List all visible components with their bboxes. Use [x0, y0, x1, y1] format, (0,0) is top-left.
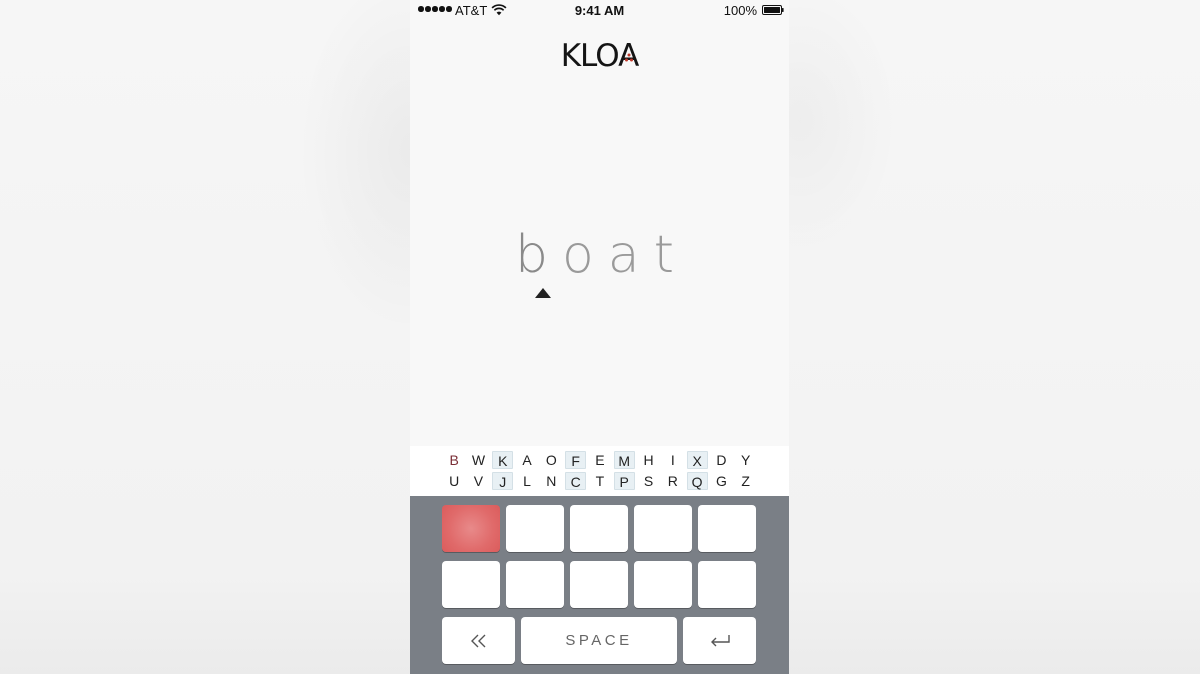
- alphabet-letter-label: Y: [741, 452, 751, 468]
- alphabet-letter-c: C: [563, 472, 587, 491]
- alphabet-letter-g: G: [709, 472, 733, 491]
- phone-screen: AT&T 9:41 AM 100% KLOA boat BWKAOFEMHIXD…: [410, 0, 789, 674]
- word-letter: o: [561, 225, 608, 285]
- alphabet-letter-label: V: [473, 473, 484, 489]
- key-5[interactable]: [698, 505, 756, 552]
- keyboard: SPACE: [410, 496, 789, 674]
- alphabet-letter-o: O: [539, 451, 563, 470]
- alphabet-letter-label: Z: [741, 473, 750, 489]
- alphabet-letter-z: Z: [734, 472, 758, 491]
- key-9[interactable]: [634, 561, 692, 608]
- alphabet-letter-label: K: [492, 451, 514, 469]
- key-10[interactable]: [698, 561, 756, 608]
- alphabet-letter-label: I: [670, 452, 675, 468]
- key-1-lit[interactable]: [442, 505, 500, 552]
- alphabet-strip: BWKAOFEMHIXDY UVJLNCTPSRQGZ: [410, 446, 789, 496]
- key-7[interactable]: [506, 561, 564, 608]
- status-bar: AT&T 9:41 AM 100%: [410, 0, 789, 20]
- alphabet-letter-v: V: [466, 472, 490, 491]
- alphabet-letter-label: N: [546, 473, 557, 489]
- alphabet-letter-label: M: [613, 451, 635, 469]
- alphabet-letter-label: C: [565, 472, 587, 490]
- alphabet-letter-w: W: [466, 451, 490, 470]
- key-8[interactable]: [570, 561, 628, 608]
- alphabet-letter-label: L: [523, 473, 531, 489]
- alphabet-letter-d: D: [709, 451, 733, 470]
- alphabet-letter-label: X: [686, 451, 708, 469]
- alphabet-row-top: BWKAOFEMHIXDY: [442, 451, 758, 470]
- alphabet-letter-t: T: [588, 472, 612, 491]
- alphabet-letter-label: P: [613, 472, 635, 490]
- alphabet-letter-label: H: [643, 452, 654, 468]
- alphabet-letter-label: Q: [686, 472, 708, 490]
- key-4[interactable]: [634, 505, 692, 552]
- alphabet-letter-label: R: [667, 473, 678, 489]
- alphabet-letter-label: E: [595, 452, 605, 468]
- key-2[interactable]: [506, 505, 564, 552]
- key-6[interactable]: [442, 561, 500, 608]
- alphabet-letter-h: H: [636, 451, 660, 470]
- word-letter: b: [514, 225, 562, 285]
- alphabet-letter-label: U: [449, 473, 460, 489]
- target-word: boat: [410, 225, 789, 285]
- battery-percent: 100%: [723, 3, 757, 18]
- alphabet-letter-j: J: [491, 472, 515, 491]
- double-chevron-left-icon: [470, 634, 485, 647]
- alphabet-letter-label: T: [595, 473, 605, 489]
- logo-accent-dots-icon: [625, 53, 633, 62]
- alphabet-letter-f: F: [563, 451, 587, 470]
- key-3[interactable]: [570, 505, 628, 552]
- alphabet-letter-i: I: [661, 451, 685, 470]
- app-logo: KLOA: [560, 38, 640, 74]
- alphabet-letter-a: A: [515, 451, 539, 470]
- return-button[interactable]: [683, 617, 756, 664]
- alphabet-letter-q: Q: [685, 472, 709, 491]
- cursor-caret-icon: [535, 288, 551, 298]
- alphabet-letter-u: U: [442, 472, 466, 491]
- space-label: SPACE: [565, 632, 633, 649]
- space-button[interactable]: SPACE: [521, 617, 677, 664]
- alphabet-letter-l: L: [515, 472, 539, 491]
- alphabet-letter-n: N: [539, 472, 563, 491]
- alphabet-letter-label: G: [715, 473, 727, 489]
- alphabet-letter-x: X: [685, 451, 709, 470]
- alphabet-letter-label: D: [716, 452, 727, 468]
- alphabet-letter-m: M: [612, 451, 636, 470]
- word-letter: t: [653, 225, 689, 285]
- alphabet-letter-label: J: [492, 472, 514, 490]
- alphabet-letter-label: S: [643, 473, 654, 489]
- alphabet-letter-e: E: [588, 451, 612, 470]
- word-letter: a: [607, 225, 654, 285]
- alphabet-letter-y: Y: [734, 451, 758, 470]
- alphabet-row-bottom: UVJLNCTPSRQGZ: [442, 472, 758, 491]
- backspace-button[interactable]: [442, 617, 515, 664]
- alphabet-letter-p: P: [612, 472, 636, 491]
- alphabet-letter-r: R: [661, 472, 685, 491]
- alphabet-letter-s: S: [636, 472, 660, 491]
- alphabet-letter-b: B: [442, 451, 466, 470]
- alphabet-letter-label: W: [471, 452, 486, 468]
- alphabet-letter-label: O: [545, 452, 557, 468]
- alphabet-letter-label: B: [449, 452, 459, 468]
- battery-icon: [762, 5, 784, 15]
- alphabet-letter-k: K: [491, 451, 515, 470]
- alphabet-letter-label: A: [522, 452, 532, 468]
- alphabet-letter-label: F: [565, 451, 587, 469]
- return-arrow-icon: [710, 634, 730, 646]
